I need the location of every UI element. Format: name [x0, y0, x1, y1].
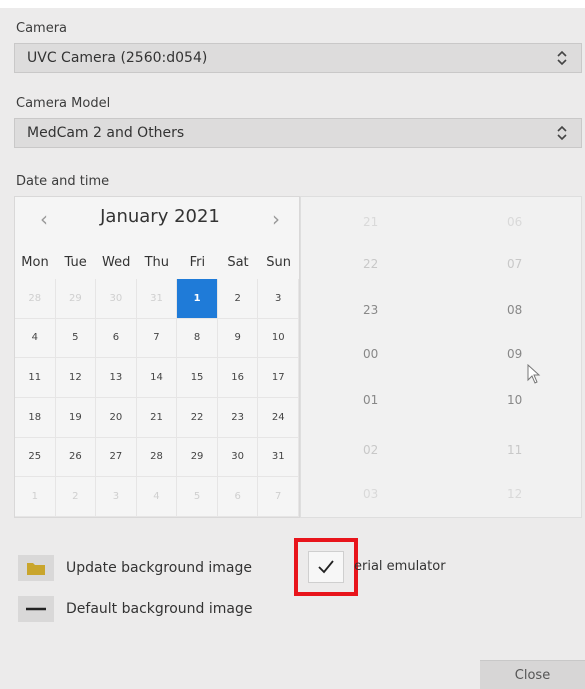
- calendar-day-outside[interactable]: 30: [96, 279, 137, 319]
- camera-model-value: MedCam 2 and Others: [27, 125, 185, 141]
- calendar-day[interactable]: 27: [96, 437, 137, 478]
- minute-option[interactable]: 10: [507, 393, 522, 407]
- close-button[interactable]: Close: [480, 660, 585, 689]
- hour-option[interactable]: 02: [363, 443, 378, 457]
- calendar-day[interactable]: 21: [136, 398, 178, 438]
- calendar: ‹ January 2021 › Mon Tue Wed Thu Fri Sat Sun 2…: [14, 196, 300, 518]
- calendar-day-outside[interactable]: 1: [15, 477, 56, 517]
- checkmark-icon: [318, 560, 334, 574]
- hour-option[interactable]: 21: [363, 215, 378, 229]
- hour-option[interactable]: 01: [363, 393, 378, 407]
- weekday-thu: Thu: [144, 255, 169, 270]
- checkbox-box: [308, 551, 344, 583]
- calendar-day[interactable]: 1: [177, 279, 218, 319]
- update-background-label: Update background image: [66, 560, 253, 576]
- minute-option[interactable]: 11: [507, 443, 522, 457]
- camera-value: UVC Camera (2560:d054): [27, 50, 208, 66]
- calendar-day-outside[interactable]: 28: [15, 279, 56, 319]
- calendar-day[interactable]: 20: [96, 398, 137, 438]
- hour-option[interactable]: 23: [363, 303, 378, 317]
- calendar-day[interactable]: 19: [55, 398, 97, 438]
- chevron-updown-icon: [557, 50, 567, 66]
- hour-option[interactable]: 22: [363, 257, 378, 271]
- calendar-day[interactable]: 4: [15, 318, 56, 359]
- weekday-fri: Fri: [189, 255, 206, 270]
- calendar-day[interactable]: 31: [258, 437, 299, 478]
- calendar-day[interactable]: 2: [217, 279, 259, 319]
- calendar-header: ‹ January 2021 ›: [15, 197, 299, 243]
- calendar-day-outside[interactable]: 5: [177, 477, 218, 517]
- minute-option[interactable]: 09: [507, 347, 522, 361]
- weekday-mon: Mon: [21, 255, 49, 270]
- default-background-label: Default background image: [66, 601, 253, 617]
- calendar-day[interactable]: 7: [136, 318, 178, 359]
- calendar-day-outside[interactable]: 2: [55, 477, 97, 517]
- calendar-day-outside[interactable]: 31: [136, 279, 178, 319]
- calendar-day[interactable]: 23: [217, 398, 259, 438]
- calendar-day[interactable]: 28: [136, 437, 178, 478]
- calendar-day[interactable]: 15: [177, 358, 218, 398]
- next-month-button[interactable]: ›: [265, 207, 287, 231]
- calendar-day[interactable]: 6: [96, 318, 137, 359]
- weekday-sun: Sun: [266, 255, 291, 270]
- minute-option[interactable]: 08: [507, 303, 522, 317]
- folder-icon: [18, 555, 54, 581]
- calendar-day-outside[interactable]: 3: [96, 477, 137, 517]
- serial-emulator-label: erial emulator: [354, 559, 446, 574]
- calendar-day-outside[interactable]: 4: [136, 477, 178, 517]
- camera-model-label: Camera Model: [16, 96, 111, 111]
- calendar-day[interactable]: 11: [15, 358, 56, 398]
- calendar-day[interactable]: 3: [258, 279, 299, 319]
- weekday-sat: Sat: [227, 255, 249, 270]
- calendar-day-outside[interactable]: 6: [217, 477, 259, 517]
- weekday-wed: Wed: [102, 255, 131, 270]
- calendar-month-title: January 2021: [100, 206, 220, 227]
- calendar-day[interactable]: 16: [217, 358, 259, 398]
- calendar-day-outside[interactable]: 29: [55, 279, 97, 319]
- calendar-day-outside[interactable]: 7: [258, 477, 299, 517]
- calendar-day-grid: 28 29 30 31 1 2 3 4 5 6 7 8 9 10 11 12 13 14 15 16 17 18 19 20 2…: [15, 279, 299, 517]
- prev-month-button[interactable]: ‹: [33, 207, 55, 231]
- calendar-day[interactable]: 13: [96, 358, 137, 398]
- calendar-day[interactable]: 12: [55, 358, 97, 398]
- minute-option[interactable]: 12: [507, 487, 522, 501]
- calendar-day[interactable]: 26: [55, 437, 97, 478]
- calendar-day[interactable]: 22: [177, 398, 218, 438]
- chevron-updown-icon: [557, 125, 567, 141]
- top-band: [0, 0, 585, 8]
- calendar-day[interactable]: 25: [15, 437, 56, 478]
- update-background-button[interactable]: Update background image: [18, 555, 252, 581]
- calendar-day[interactable]: 14: [136, 358, 178, 398]
- camera-label: Camera: [16, 21, 68, 36]
- calendar-day[interactable]: 5: [55, 318, 97, 359]
- calendar-day[interactable]: 17: [258, 358, 299, 398]
- calendar-day[interactable]: 8: [177, 318, 218, 359]
- date-time-label: Date and time: [16, 174, 110, 189]
- calendar-day[interactable]: 9: [217, 318, 259, 359]
- serial-emulator-checkbox[interactable]: [294, 538, 358, 596]
- calendar-day[interactable]: 10: [258, 318, 299, 359]
- dash-icon: [18, 596, 54, 622]
- calendar-day[interactable]: 30: [217, 437, 259, 478]
- weekday-tue: Tue: [64, 255, 87, 270]
- minute-option[interactable]: 07: [507, 257, 522, 271]
- calendar-day[interactable]: 29: [177, 437, 218, 478]
- calendar-day[interactable]: 24: [258, 398, 299, 438]
- camera-model-select[interactable]: MedCam 2 and Others: [14, 118, 582, 148]
- minute-option[interactable]: 06: [507, 215, 522, 229]
- default-background-button[interactable]: Default background image: [18, 596, 252, 622]
- hour-option[interactable]: 00: [363, 347, 378, 361]
- camera-select[interactable]: UVC Camera (2560:d054): [14, 43, 582, 73]
- mouse-cursor-icon: [527, 364, 541, 384]
- hour-option[interactable]: 03: [363, 487, 378, 501]
- time-picker: 21 22 23 00 01 02 03 06 07 08 09 10 11 12: [300, 196, 582, 518]
- calendar-day[interactable]: 18: [15, 398, 56, 438]
